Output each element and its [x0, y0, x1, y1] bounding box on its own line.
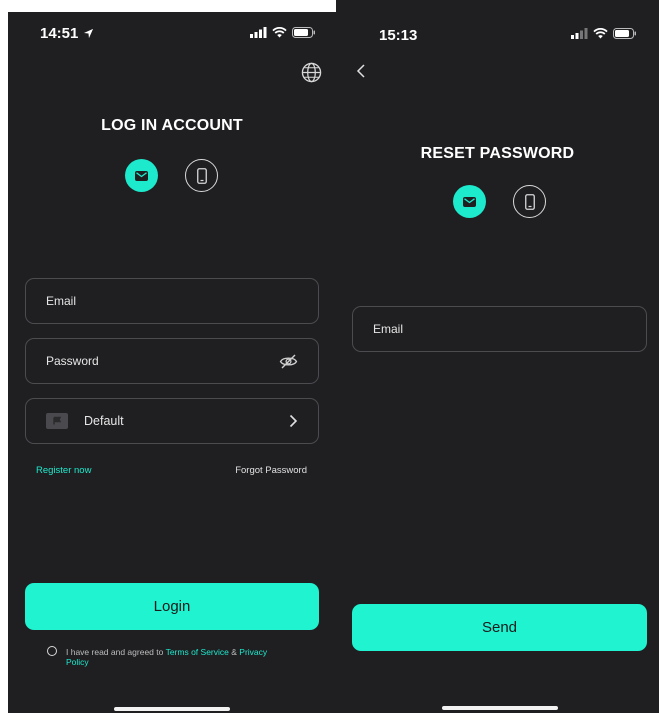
back-chevron-icon[interactable] [356, 63, 366, 79]
page-title: LOG IN ACCOUNT [101, 117, 243, 134]
password-placeholder: Password [46, 354, 99, 368]
status-time: 14:51 [40, 25, 94, 42]
password-input[interactable]: Password [25, 338, 319, 384]
phone-mode-button[interactable] [185, 159, 218, 192]
battery-icon [292, 27, 315, 38]
email-input[interactable]: Email [352, 306, 647, 352]
signal-icon [571, 28, 588, 39]
home-indicator [114, 707, 230, 711]
login-screen: 14:51 LOG IN ACCOUNT Email Password Defa… [8, 12, 336, 713]
status-bar: 14:51 [8, 12, 336, 56]
phone-mode-button[interactable] [513, 185, 546, 218]
status-bar: 15:13 [336, 0, 659, 44]
terms-link[interactable]: Terms of Service [166, 647, 229, 657]
email-placeholder: Email [373, 322, 404, 336]
email-input[interactable]: Email [25, 278, 319, 324]
status-time-text: 14:51 [40, 25, 79, 42]
reset-password-screen: 15:13 RESET PASSWORD Email Send [336, 0, 659, 713]
eye-off-icon[interactable] [279, 354, 298, 369]
agree-prefix: I have read and agreed to [66, 647, 164, 657]
region-selector[interactable]: Default [25, 398, 319, 444]
phone-icon [524, 193, 535, 210]
wifi-icon [272, 27, 287, 38]
agree-checkbox[interactable] [47, 646, 57, 656]
location-arrow-icon [83, 28, 93, 39]
email-mode-button[interactable] [125, 159, 158, 192]
status-time: 15:13 [379, 27, 418, 44]
phone-icon [196, 167, 207, 184]
system-icons [250, 27, 316, 38]
policy-link[interactable]: Policy [66, 657, 89, 667]
register-link[interactable]: Register now [36, 465, 91, 476]
mail-icon [135, 170, 148, 181]
forgot-password-link[interactable]: Forgot Password [235, 465, 307, 476]
email-mode-button[interactable] [453, 185, 486, 218]
page-title: RESET PASSWORD [420, 145, 575, 162]
system-icons [571, 28, 637, 39]
wifi-icon [593, 28, 608, 39]
send-button[interactable]: Send [352, 604, 647, 651]
email-placeholder: Email [46, 294, 77, 308]
region-value: Default [84, 414, 124, 428]
chevron-right-icon [289, 414, 298, 428]
mail-icon [463, 196, 476, 207]
home-indicator [442, 706, 558, 710]
privacy-link[interactable]: Privacy [239, 647, 267, 657]
ampersand: & [231, 647, 237, 657]
flag-icon [46, 413, 68, 429]
battery-icon [613, 28, 636, 39]
agreement-text: I have read and agreed to Terms of Servi… [66, 647, 267, 667]
globe-icon[interactable] [301, 62, 322, 83]
login-button[interactable]: Login [25, 583, 319, 630]
signal-icon [250, 27, 267, 38]
